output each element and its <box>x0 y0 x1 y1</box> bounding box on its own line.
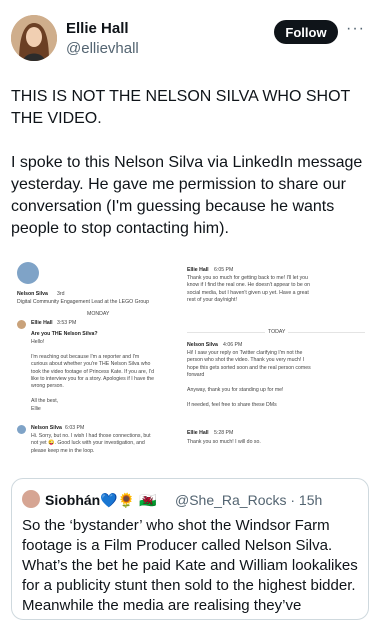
quote-author-handle[interactable]: @She_Ra_Rocks · 15h <box>175 492 322 508</box>
msg2-line: not yet 😜. Good luck with your investiga… <box>31 440 145 447</box>
msg1-line: I'm reaching out because I'm a reporter … <box>31 353 140 360</box>
nelson-avatar-large <box>17 262 39 284</box>
msg2-author: Nelson Silva <box>31 425 62 431</box>
msg3-line: know if I find the real one. He doesn't … <box>187 282 310 289</box>
msg4-line: hope this gets sorted soon and the real … <box>187 364 311 371</box>
nelson-avatar-small <box>17 425 26 434</box>
msg4-line: Anyway, thank you for standing up for me… <box>187 387 284 393</box>
msg3-line: Thank you so much for getting back to me… <box>187 275 308 281</box>
msg2-line: please keep me in the loop. <box>31 447 95 454</box>
tweet-text: THIS IS NOT THE NELSON SILVA WHO SHOT TH… <box>11 88 363 237</box>
screenshot-day-monday: MONDAY <box>87 311 110 317</box>
conversation-screenshot[interactable]: Nelson Silva 3rd Digital Community Engag… <box>11 260 367 460</box>
msg3-line: rest of your day/night! <box>187 297 237 304</box>
msg1-line: curious about whether you're THE Nelson … <box>31 361 151 368</box>
msg5-author: Ellie Hall <box>187 430 209 436</box>
msg1-line: Hello! <box>31 339 45 345</box>
msg3-author: Ellie Hall <box>187 267 209 273</box>
author-name[interactable]: Ellie Hall <box>66 20 129 37</box>
msg4-line: forward <box>187 372 205 379</box>
quoted-tweet[interactable]: Siobhán💙🌻 🏴󠁧󠁢󠁷󠁬󠁳󠁿 @She_Ra_Rocks · 15h So… <box>11 478 369 620</box>
msg4-line: If needed, feel free to share these DMs <box>187 401 277 408</box>
msg5-time: 5:28 PM <box>214 430 234 436</box>
ellie-avatar-small <box>17 320 26 329</box>
more-options-icon[interactable]: ··· <box>346 20 365 38</box>
msg3-line: social media, but I haven't given up yet… <box>187 289 309 296</box>
msg1-author: Ellie Hall <box>31 320 53 326</box>
msg5-line: Thank you so much! I will do so. <box>187 439 261 445</box>
quote-author-avatar[interactable] <box>22 490 40 508</box>
screenshot-profile-name: Nelson Silva <box>17 291 48 297</box>
msg2-time: 6:03 PM <box>65 425 85 431</box>
screenshot-profile-title: Digital Community Engagement Lead at the… <box>17 299 150 305</box>
msg1-subject: Are you THE Nelson Silva? <box>31 331 98 337</box>
msg1-line: took the video footage of Princess Kate.… <box>31 368 154 375</box>
msg4-line: person who shot the video. Thank you ver… <box>187 357 305 364</box>
quote-author-name[interactable]: Siobhán💙🌻 🏴󠁧󠁢󠁷󠁬󠁳󠁿 <box>45 492 156 509</box>
quote-text: So the ‘bystander’ who shot the Windsor … <box>22 517 358 614</box>
msg4-time: 4:06 PM <box>223 342 243 348</box>
msg1-line: wrong person. <box>31 383 64 390</box>
screenshot-day-today: TODAY <box>265 329 289 337</box>
author-handle[interactable]: @ellievhall <box>66 40 139 57</box>
msg4-line: Hi! I saw your reply on Twitter clarifyi… <box>187 350 303 356</box>
msg1-line: like to interview you for a story. Apolo… <box>31 376 155 382</box>
msg3-time: 6:05 PM <box>214 267 234 273</box>
msg1-line: All the best, <box>31 398 59 405</box>
author-avatar[interactable] <box>11 15 57 61</box>
msg1-line: Ellie <box>31 405 41 412</box>
msg1-time: 3:53 PM <box>57 320 77 326</box>
msg4-author: Nelson Silva <box>187 342 218 348</box>
screenshot-profile-degree: 3rd <box>57 291 65 297</box>
follow-button[interactable]: Follow <box>274 20 338 44</box>
